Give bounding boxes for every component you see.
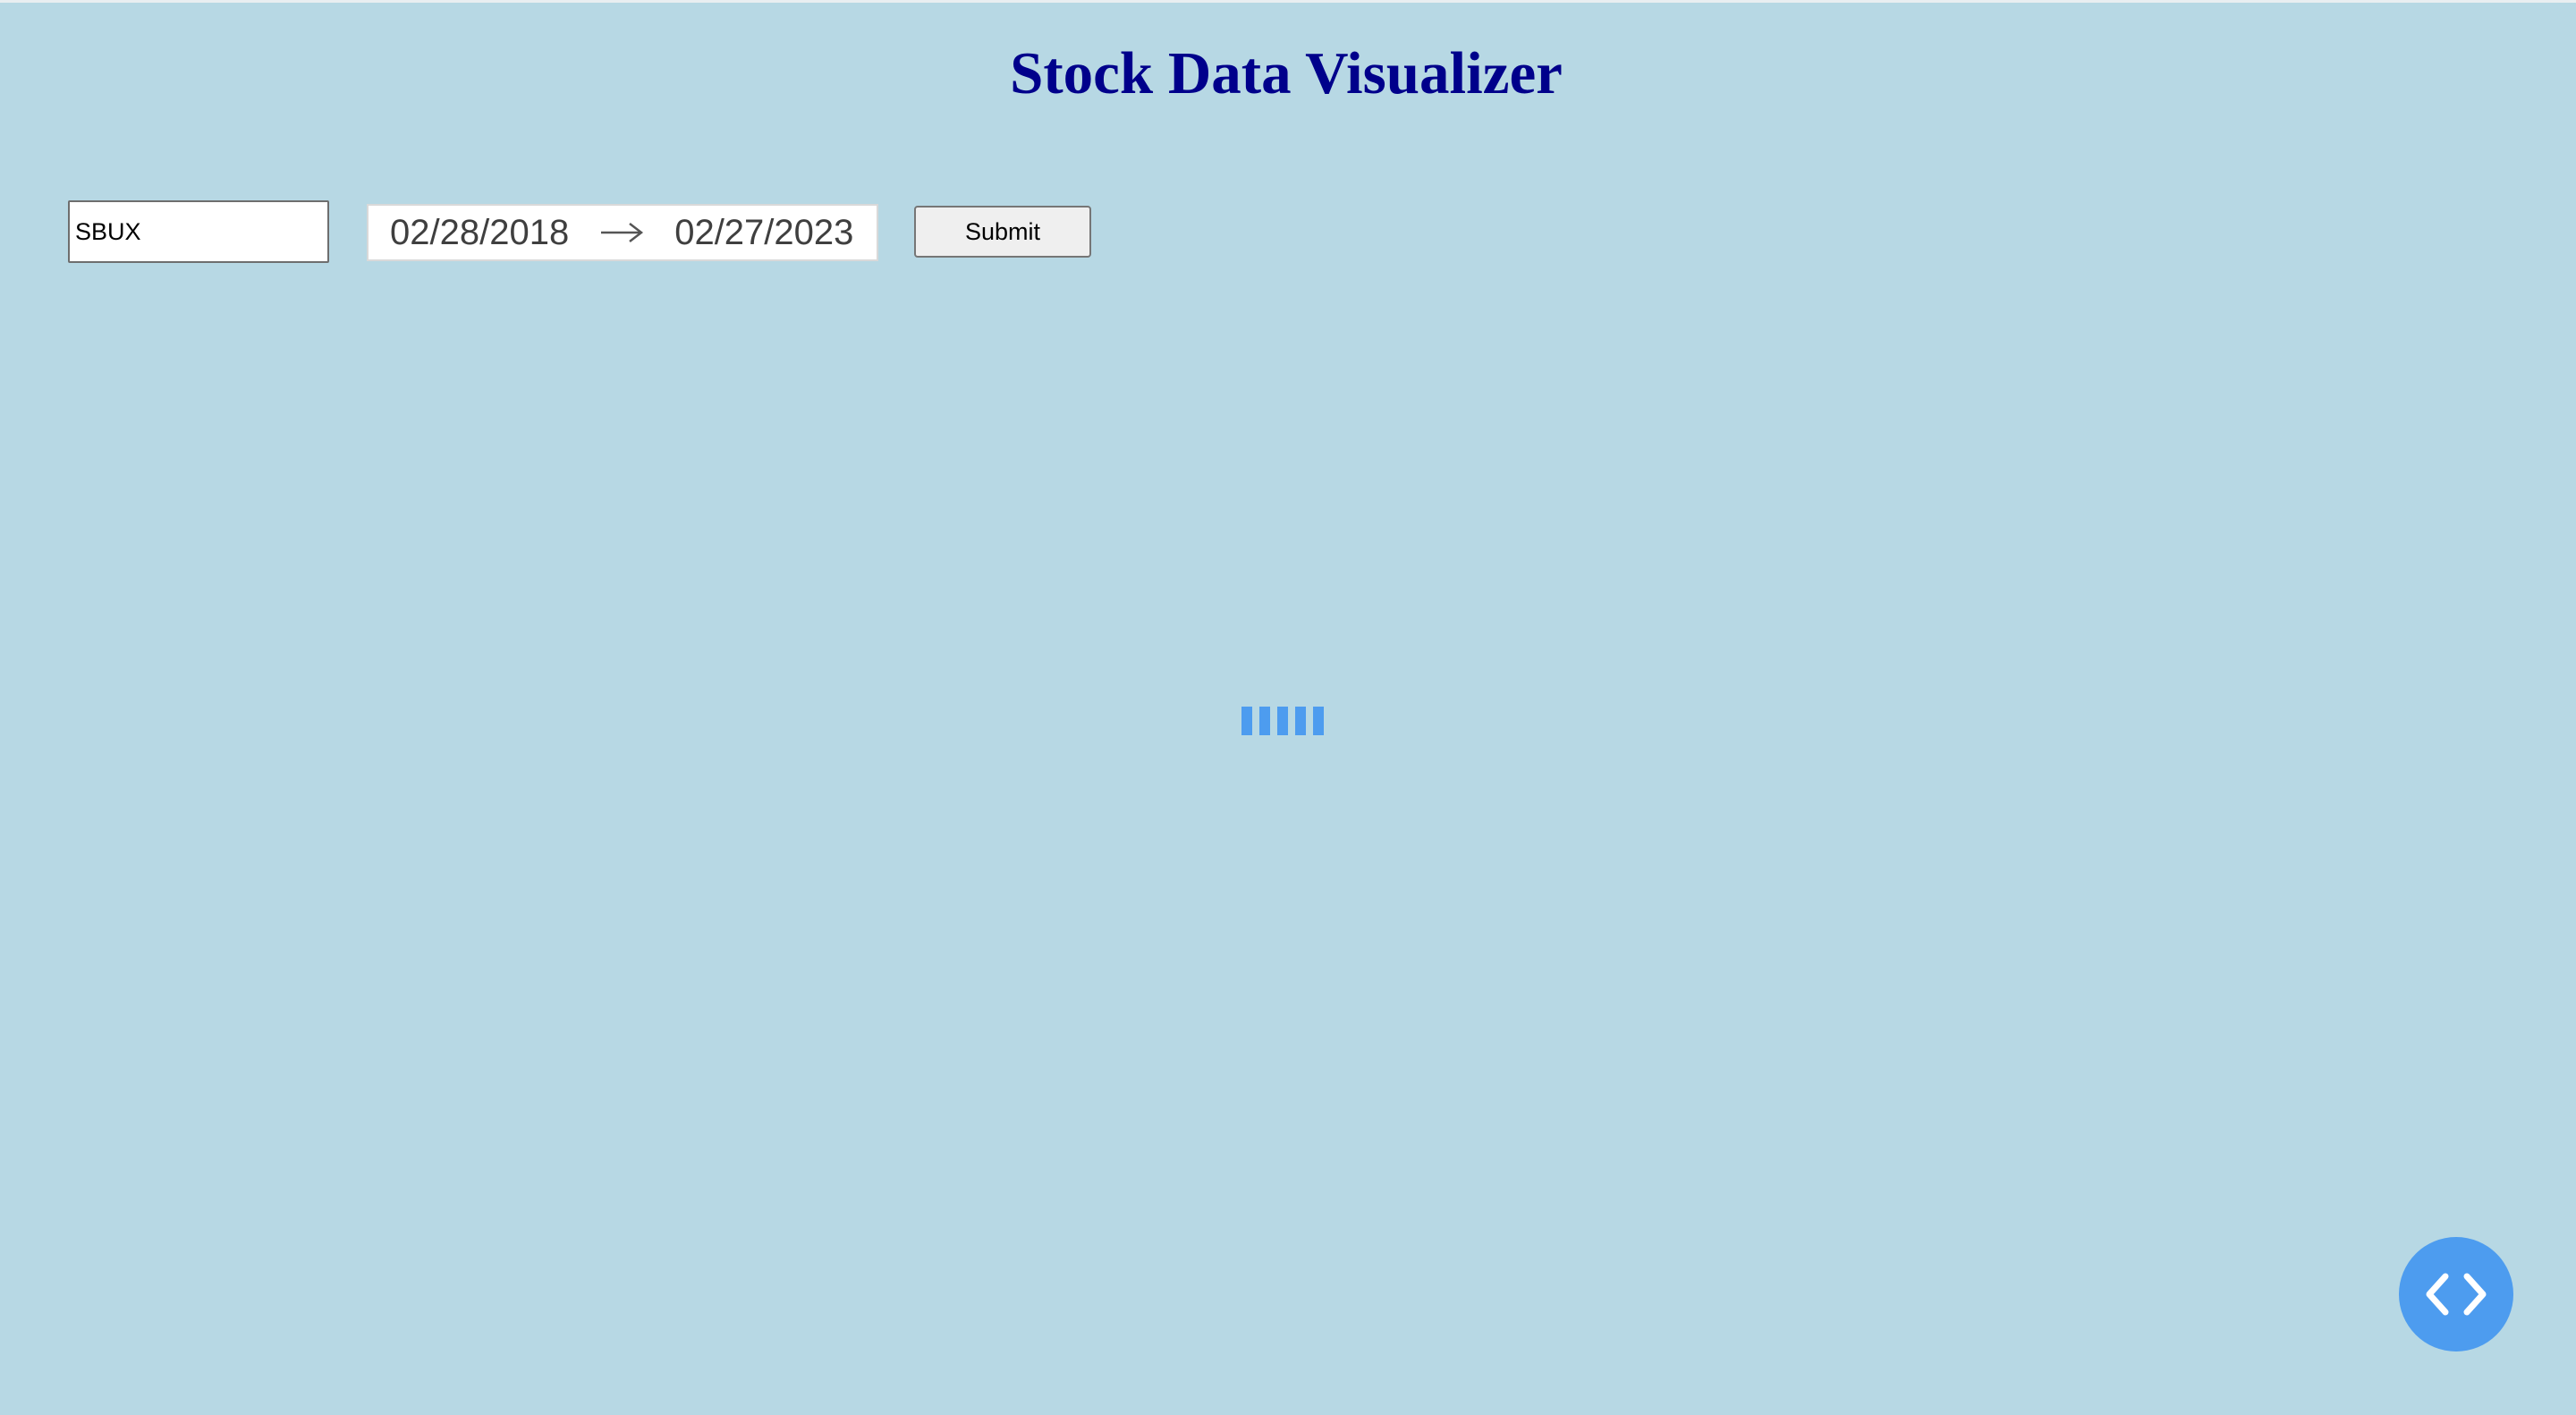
ticker-input[interactable] bbox=[68, 200, 329, 263]
submit-button[interactable]: Submit bbox=[914, 206, 1091, 258]
loading-bar bbox=[1259, 707, 1270, 735]
end-date-input[interactable]: 02/27/2023 bbox=[674, 213, 853, 253]
loading-bar bbox=[1295, 707, 1306, 735]
code-icon bbox=[2426, 1273, 2487, 1316]
code-toggle-button[interactable] bbox=[2399, 1237, 2513, 1351]
date-range-picker[interactable]: 02/28/2018 02/27/2023 bbox=[367, 204, 878, 261]
page-title: Stock Data Visualizer bbox=[1010, 40, 1563, 106]
loading-bar bbox=[1241, 707, 1252, 735]
arrow-right-icon bbox=[569, 204, 674, 261]
top-border bbox=[0, 0, 2576, 3]
start-date-input[interactable]: 02/28/2018 bbox=[390, 213, 569, 253]
loading-bars-icon bbox=[1241, 707, 1324, 735]
loading-bar bbox=[1313, 707, 1324, 735]
loading-bar bbox=[1277, 707, 1288, 735]
